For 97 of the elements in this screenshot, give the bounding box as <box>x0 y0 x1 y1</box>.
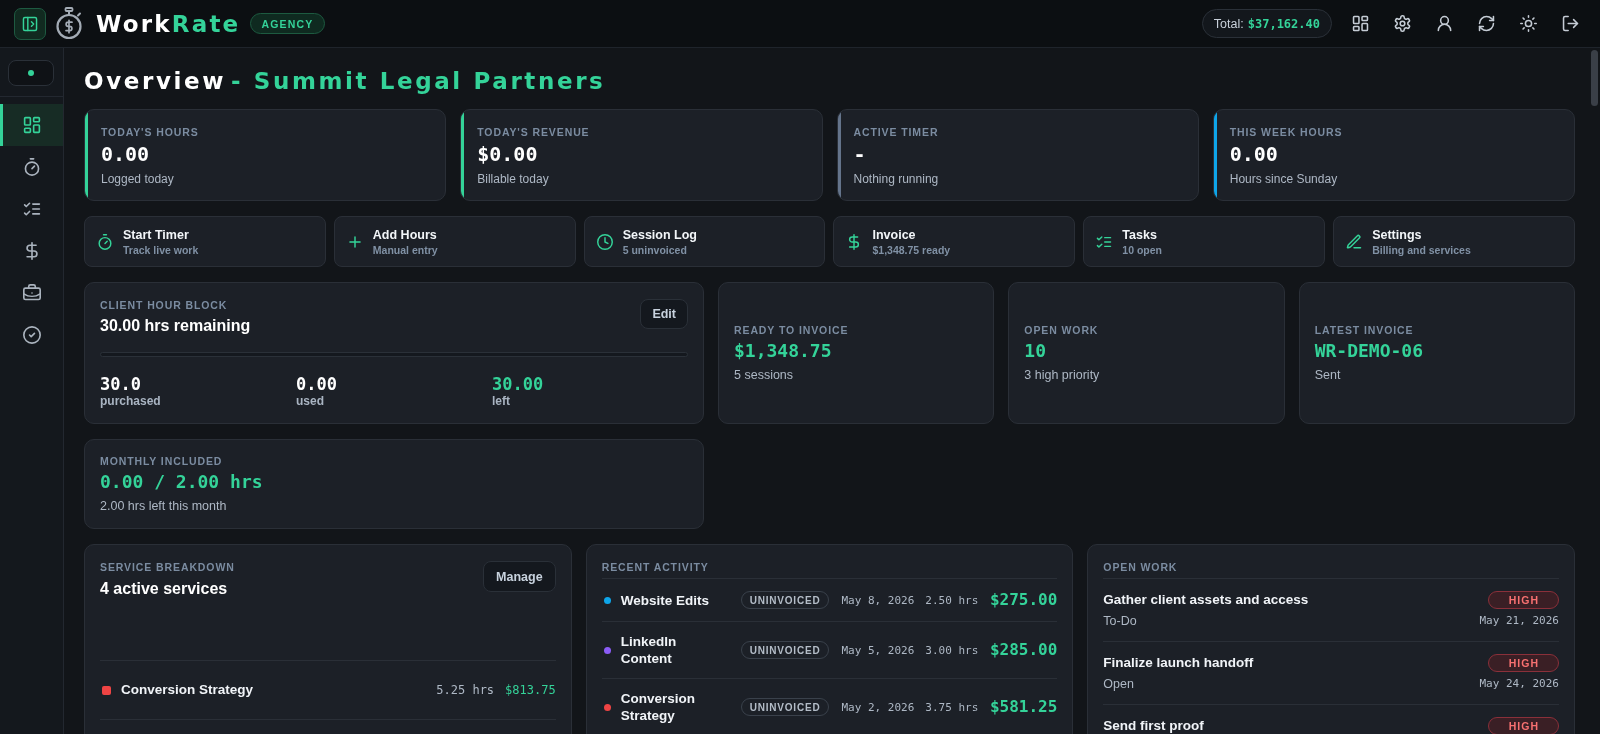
quick-action-button[interactable]: Add Hours Manual entry <box>333 216 576 267</box>
stat-value: 0.00 <box>101 141 151 167</box>
task-due-date: May 21, 2026 <box>1479 613 1559 629</box>
quick-action-button[interactable]: Invoice $1,348.75 ready <box>833 216 1076 267</box>
stat-value: 0.00 <box>1229 141 1279 167</box>
status-pill[interactable] <box>8 60 54 86</box>
panel-icon <box>22 15 38 32</box>
task-title: Finalize launch handoff <box>1103 654 1254 672</box>
card-note: 5 sessions <box>734 367 795 383</box>
page-title: Overview <box>84 67 226 96</box>
total-amount: $37,162.40 <box>1247 16 1320 31</box>
plus-icon <box>346 233 363 250</box>
entry-name: Conversion Strategy <box>620 690 696 724</box>
card-label: READY TO INVOICE <box>734 323 850 337</box>
check-circle-icon <box>22 326 41 344</box>
stat-value: - <box>853 141 867 167</box>
stopwatch-icon <box>97 233 113 250</box>
task-due-date: May 24, 2026 <box>1479 676 1559 692</box>
card-label: MONTHLY INCLUDED <box>100 454 224 468</box>
card-value: WR-DEMO-06 <box>1314 339 1425 363</box>
task-title: Send first proof <box>1103 717 1204 734</box>
clock-icon <box>596 233 613 250</box>
card-label: OPEN WORK <box>1024 323 1100 337</box>
manage-button[interactable]: Manage <box>483 561 556 592</box>
stat-value: $0.00 <box>477 141 539 167</box>
services-count: 4 active services <box>100 579 229 599</box>
card-value: 0.00 / 2.00 hrs <box>100 470 264 494</box>
quick-action-button[interactable]: Session Log 5 uninvoiced <box>583 216 826 267</box>
task-status: To-Do <box>1103 613 1138 629</box>
stat-note: Billable today <box>477 171 550 187</box>
block-stat-caption: purchased <box>100 394 162 408</box>
panel-label: SERVICE BREAKDOWN <box>100 560 235 574</box>
service-amount: $813.75 <box>505 683 556 697</box>
entry-amount: $581.25 <box>989 697 1058 717</box>
block-stat-value: 0.00 <box>296 374 338 394</box>
entry-amount: $285.00 <box>989 640 1058 660</box>
entry-hours: 3.75 hrs <box>925 700 979 714</box>
stat-note: Hours since Sunday <box>1229 171 1339 187</box>
entry-date: May 5, 2026 <box>841 643 915 657</box>
stopwatch-logo-icon <box>55 7 83 40</box>
stat-note: Nothing running <box>853 171 939 187</box>
refresh-icon <box>1477 15 1495 32</box>
quick-action-button[interactable]: Start Timer Track live work <box>84 216 326 267</box>
brand-name: WorkRate <box>96 9 241 38</box>
priority-badge: HIGH <box>1487 717 1559 734</box>
card-label: CLIENT HOUR BLOCK <box>100 298 229 312</box>
quick-action-button[interactable]: Settings Billing and services <box>1333 216 1575 267</box>
card-note: Sent <box>1314 367 1342 383</box>
sidebar-nav-button[interactable] <box>0 104 63 146</box>
total-label: Total: <box>1213 16 1244 31</box>
panel-label: OPEN WORK <box>1103 560 1179 574</box>
card-note: 3 high priority <box>1024 367 1101 383</box>
scrollbar-thumb[interactable] <box>1591 50 1598 106</box>
task-title: Gather client assets and access <box>1103 591 1309 609</box>
entry-name: Website Edits <box>620 591 710 609</box>
briefcase-icon <box>22 284 41 302</box>
plan-badge: AGENCY <box>250 13 325 34</box>
entry-name: LinkedIn Content <box>620 633 678 667</box>
card-value: 10 <box>1024 339 1047 363</box>
logout-icon <box>1561 15 1579 32</box>
entry-date: May 8, 2026 <box>841 593 915 607</box>
block-stat-caption: left <box>492 394 511 408</box>
stat-label: ACTIVE TIMER <box>853 125 939 139</box>
block-stat-value: 30.0 <box>100 374 142 394</box>
edit-button[interactable]: Edit <box>640 299 688 329</box>
sidebar-toggle-button[interactable] <box>14 7 46 40</box>
entry-hours: 2.50 hrs <box>925 593 979 607</box>
stat-note: Logged today <box>101 171 175 187</box>
grid-icon <box>1351 15 1369 32</box>
checklist-icon <box>22 200 41 218</box>
grid-icon <box>22 116 41 134</box>
block-stat-caption: used <box>296 394 325 408</box>
stat-label: THIS WEEK HOURS <box>1229 125 1343 139</box>
panel-label: RECENT ACTIVITY <box>601 560 710 574</box>
entry-hours: 3.00 hrs <box>925 643 979 657</box>
client-title: - Summit Legal Partners <box>231 67 606 96</box>
block-stat-value: 30.00 <box>492 374 545 394</box>
service-name: Conversion Strategy <box>121 681 255 699</box>
priority-badge: HIGH <box>1487 654 1559 672</box>
entry-amount: $275.00 <box>989 590 1058 610</box>
task-status: Open <box>1103 676 1135 692</box>
hours-remaining: 30.00 hrs remaining <box>100 316 251 336</box>
settings-icon <box>1393 15 1411 32</box>
stopwatch-icon <box>22 158 41 176</box>
user-icon <box>1435 15 1453 32</box>
quick-action-button[interactable]: Tasks 10 open <box>1083 216 1326 267</box>
entry-date: May 2, 2026 <box>841 700 915 714</box>
card-note: 2.00 hrs left this month <box>100 498 228 514</box>
service-hours: 5.25 hrs <box>436 683 495 697</box>
card-value: $1,348.75 <box>734 339 833 363</box>
pencil-icon <box>1346 233 1363 250</box>
card-label: LATEST INVOICE <box>1314 323 1415 337</box>
sun-icon <box>1519 15 1537 32</box>
priority-badge: HIGH <box>1487 591 1559 609</box>
stat-label: TODAY'S HOURS <box>101 125 199 139</box>
stat-label: TODAY'S REVENUE <box>477 125 590 139</box>
checklist-icon <box>1096 233 1113 250</box>
